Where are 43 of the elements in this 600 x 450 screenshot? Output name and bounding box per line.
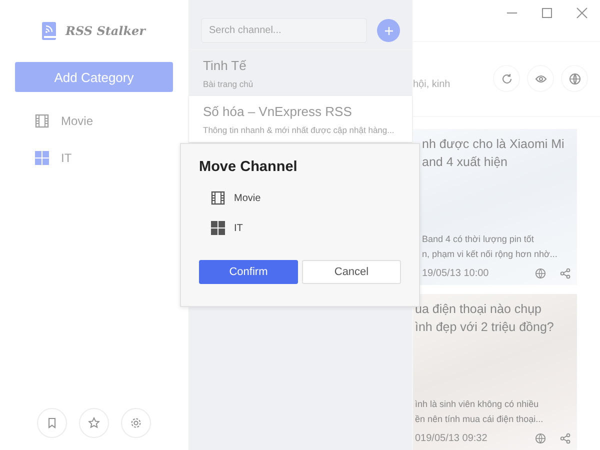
- cancel-button[interactable]: Cancel: [302, 260, 401, 284]
- article-date: 19/05/13 10:00: [422, 268, 490, 279]
- globe-icon[interactable]: [535, 433, 546, 444]
- refresh-icon[interactable]: [493, 65, 520, 92]
- add-channel-button[interactable]: [377, 19, 400, 42]
- category-name: Movie: [234, 192, 261, 204]
- channel-name: Tinh Tế: [203, 58, 248, 73]
- article-card[interactable]: nh được cho là Xiaomi Mi and 4 xuất hiện Band 4 có thời lượng pin tốt n, phạm vi kết nối rộng hơn nhờ... 19/05/13 10:00: [413, 129, 577, 285]
- globe-icon[interactable]: [535, 268, 546, 279]
- book-icon: [42, 22, 56, 40]
- search-field[interactable]: Serch channel...: [201, 18, 368, 43]
- article-title: nh được cho là Xiaomi Mi and 4 xuất hiện: [422, 136, 566, 171]
- grid-icon: [211, 221, 225, 235]
- app-name: RSS Stalker: [65, 24, 146, 38]
- category-option[interactable]: IT: [199, 213, 401, 243]
- article-summary: Band 4 có thời lượng pin tốt n, phạm vi kết nối rộng hơn nhờ...: [422, 233, 558, 261]
- channel-item[interactable]: Số hóa – VnExpress RSS Thông tin nhanh & mới nhất được cập nhật hàng...: [189, 96, 412, 142]
- category-name: IT: [234, 222, 243, 234]
- share-icon[interactable]: [560, 268, 571, 279]
- dialog-title: Move Channel: [199, 159, 298, 175]
- channel-description: hội, kinh: [413, 79, 452, 90]
- bookmark-icon[interactable]: [37, 408, 67, 438]
- film-icon: [211, 191, 225, 205]
- category-name: Movie: [61, 114, 94, 128]
- channel-description: Bài trang chủ: [203, 79, 254, 89]
- article-title: ua điện thoại nào chụp ình đẹp với 2 triệu đồng?: [415, 301, 555, 336]
- channel-name: Số hóa – VnExpress RSS: [203, 104, 353, 119]
- category-name: IT: [61, 150, 72, 164]
- article-date: 019/05/13 09:32: [415, 433, 488, 444]
- grid-icon: [35, 150, 49, 164]
- confirm-button[interactable]: Confirm: [199, 260, 298, 284]
- eye-icon[interactable]: [527, 65, 554, 92]
- channel-description: Thông tin nhanh & mới nhất được cập nhật hàng...: [203, 125, 396, 135]
- category-option[interactable]: Movie: [199, 183, 401, 213]
- category-item[interactable]: Movie: [15, 102, 173, 139]
- share-icon[interactable]: [560, 433, 571, 444]
- plus-icon: [384, 26, 394, 36]
- add-category-button[interactable]: Add Category: [15, 62, 173, 92]
- film-icon: [35, 114, 49, 128]
- category-item[interactable]: IT: [15, 139, 173, 176]
- article-card[interactable]: ua điện thoại nào chụp ình đẹp với 2 triệu đồng? ình là sinh viên không có nhiều ền nên tính mua cái điện thoại... 019/05/13 09:32: [413, 294, 577, 450]
- article-summary: ình là sinh viên không có nhiều ền nên tính mua cái điện thoại...: [415, 398, 544, 426]
- settings-icon[interactable]: [121, 408, 151, 438]
